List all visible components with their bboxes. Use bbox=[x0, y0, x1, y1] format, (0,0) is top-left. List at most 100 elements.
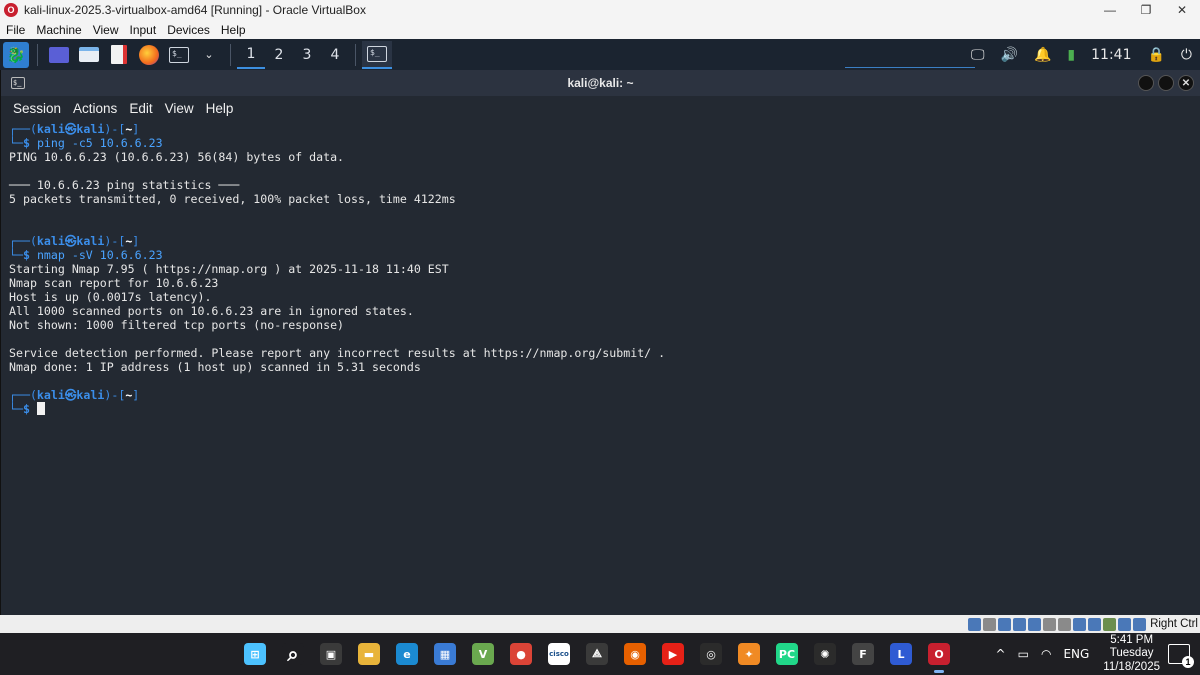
battery-icon[interactable]: ▮ bbox=[1067, 47, 1075, 63]
output-line: Host is up (0.0017s latency). bbox=[9, 290, 212, 304]
monitor-icon[interactable]: 🖵 bbox=[971, 47, 985, 63]
youtube-glyph: ▶ bbox=[662, 643, 684, 665]
notification-bell-icon[interactable]: 🔔 bbox=[1034, 47, 1051, 63]
start-icon[interactable]: ⊞ bbox=[236, 633, 274, 675]
shared-folders-icon[interactable] bbox=[1043, 617, 1057, 631]
network-icon[interactable]: ⟁ bbox=[578, 633, 616, 675]
prompt-dollar: $ bbox=[22, 248, 30, 262]
menu-help[interactable]: Help bbox=[200, 101, 240, 116]
search-glyph: ⌕ bbox=[282, 642, 304, 666]
show-hidden-icons-chevron[interactable]: ^ bbox=[996, 647, 1006, 661]
chatgpt-icon[interactable]: ✺ bbox=[806, 633, 844, 675]
terminal-launcher-icon[interactable]: $_ bbox=[166, 42, 192, 68]
notification-count-badge: 1 bbox=[1182, 656, 1194, 668]
audio-icon[interactable] bbox=[998, 617, 1012, 631]
taskbar-clock[interactable]: 5:41 PM Tuesday 11/18/2025 bbox=[1103, 634, 1160, 675]
minimize-button[interactable] bbox=[1138, 75, 1154, 91]
store-icon[interactable]: ▦ bbox=[426, 633, 464, 675]
menu-machine[interactable]: Machine bbox=[30, 23, 86, 37]
output-line: Not shown: 1000 filtered tcp ports (no-r… bbox=[9, 318, 345, 332]
optical-drive-icon[interactable] bbox=[983, 617, 997, 631]
obs-icon[interactable]: ◎ bbox=[692, 633, 730, 675]
prompt-frame: ┌──( bbox=[9, 234, 37, 248]
workspace-3[interactable]: 3 bbox=[293, 41, 321, 69]
file-manager-icon[interactable] bbox=[76, 42, 102, 68]
prompt-line: ┌──(kali㉿kali)-[~] bbox=[9, 122, 1200, 136]
language-indicator[interactable]: ENG bbox=[1063, 647, 1089, 661]
file-explorer-icon[interactable]: ▬ bbox=[350, 633, 388, 675]
youtube-icon[interactable]: ▶ bbox=[654, 633, 692, 675]
edge-icon[interactable]: e bbox=[388, 633, 426, 675]
menu-help[interactable]: Help bbox=[215, 23, 251, 37]
menu-input[interactable]: Input bbox=[124, 23, 162, 37]
close-button[interactable]: ✕ bbox=[1178, 75, 1194, 91]
menu-view[interactable]: View bbox=[159, 101, 200, 116]
text-editor-icon[interactable] bbox=[106, 42, 132, 68]
guest-additions-icon[interactable] bbox=[1103, 617, 1117, 631]
output-line: ─── 10.6.6.23 ping statistics ─── bbox=[9, 178, 240, 192]
l-app-icon[interactable]: L bbox=[882, 633, 920, 675]
vmware-icon[interactable]: V bbox=[464, 633, 502, 675]
show-desktop-icon[interactable] bbox=[46, 42, 72, 68]
network-adapter-icon[interactable] bbox=[1013, 617, 1027, 631]
butterfly-icon[interactable]: ✦ bbox=[730, 633, 768, 675]
virtualbox-app-icon: O bbox=[4, 3, 18, 17]
firefox-icon[interactable]: ◉ bbox=[616, 633, 654, 675]
virtualbox-menubar: File Machine View Input Devices Help bbox=[0, 20, 1200, 39]
notification-center-icon[interactable]: 1 bbox=[1168, 644, 1194, 668]
chrome-icon[interactable]: ● bbox=[502, 633, 540, 675]
output-line: Service detection performed. Please repo… bbox=[9, 346, 666, 360]
prompt-frame: └─ bbox=[9, 136, 23, 150]
virtualization-icon[interactable] bbox=[1088, 617, 1102, 631]
task-view-icon[interactable]: ▣ bbox=[312, 633, 350, 675]
menu-file[interactable]: File bbox=[0, 23, 30, 37]
start-glyph: ⊞ bbox=[244, 643, 266, 665]
battery-icon[interactable]: ▭ bbox=[1018, 647, 1029, 661]
terminal-task-button[interactable]: $_ bbox=[362, 40, 392, 69]
panel-clock[interactable]: 11:41 bbox=[1091, 47, 1131, 63]
menu-devices[interactable]: Devices bbox=[161, 23, 215, 37]
command-line: └─$ bbox=[9, 402, 1200, 416]
command-line: └─$ nmap -sV 10.6.6.23 bbox=[9, 248, 1200, 262]
close-button[interactable]: ✕ bbox=[1164, 3, 1200, 17]
kali-menu-icon[interactable]: 🐉 bbox=[3, 41, 29, 68]
display-icon[interactable] bbox=[1058, 617, 1072, 631]
restore-button[interactable]: ❐ bbox=[1128, 3, 1164, 17]
workspace-1[interactable]: 1 bbox=[237, 41, 265, 69]
menu-view[interactable]: View bbox=[87, 23, 124, 37]
terminal-output[interactable]: ┌──(kali㉿kali)-[~] └─$ ping -c5 10.6.6.23… bbox=[1, 120, 1200, 610]
task-view-glyph: ▣ bbox=[320, 643, 342, 665]
usb-icon[interactable] bbox=[1028, 617, 1042, 631]
lock-icon[interactable]: 🔒 bbox=[1147, 47, 1164, 63]
menu-edit[interactable]: Edit bbox=[123, 101, 158, 116]
panel-separator bbox=[355, 43, 356, 66]
menu-actions[interactable]: Actions bbox=[67, 101, 123, 116]
video-capture-icon[interactable] bbox=[1073, 617, 1087, 631]
hard-disk-icon[interactable] bbox=[968, 617, 982, 631]
prompt-frame: )-[ bbox=[104, 122, 126, 136]
f-app-icon[interactable]: F bbox=[844, 633, 882, 675]
volume-icon[interactable]: 🔊 bbox=[1001, 47, 1018, 63]
minimize-button[interactable]: — bbox=[1092, 3, 1128, 17]
workspace-4[interactable]: 4 bbox=[321, 41, 349, 69]
file-explorer-glyph: ▬ bbox=[358, 643, 380, 665]
workspace-2[interactable]: 2 bbox=[265, 41, 293, 69]
maximize-button[interactable] bbox=[1158, 75, 1174, 91]
virtualbox-glyph: O bbox=[928, 643, 950, 665]
search-icon[interactable]: ⌕ bbox=[274, 633, 312, 675]
mouse-integration-icon[interactable] bbox=[1118, 617, 1132, 631]
firefox-icon[interactable] bbox=[136, 42, 162, 68]
terminal-cursor bbox=[36, 402, 45, 415]
virtualbox-icon[interactable]: O bbox=[920, 633, 958, 675]
cisco-icon[interactable]: cisco bbox=[540, 633, 578, 675]
chevron-down-icon[interactable]: ⌄ bbox=[196, 42, 222, 68]
pycharm-icon[interactable]: PC bbox=[768, 633, 806, 675]
prompt-frame: ] bbox=[132, 122, 140, 136]
keyboard-icon[interactable] bbox=[1133, 617, 1147, 631]
prompt-dollar: $ bbox=[22, 136, 30, 150]
power-icon[interactable]: ⏻ bbox=[1181, 47, 1192, 63]
clock-time: 5:41 PM bbox=[1110, 633, 1154, 646]
chrome-glyph: ● bbox=[510, 643, 532, 665]
menu-session[interactable]: Session bbox=[7, 101, 67, 116]
wifi-icon[interactable]: ◠ bbox=[1041, 647, 1051, 661]
